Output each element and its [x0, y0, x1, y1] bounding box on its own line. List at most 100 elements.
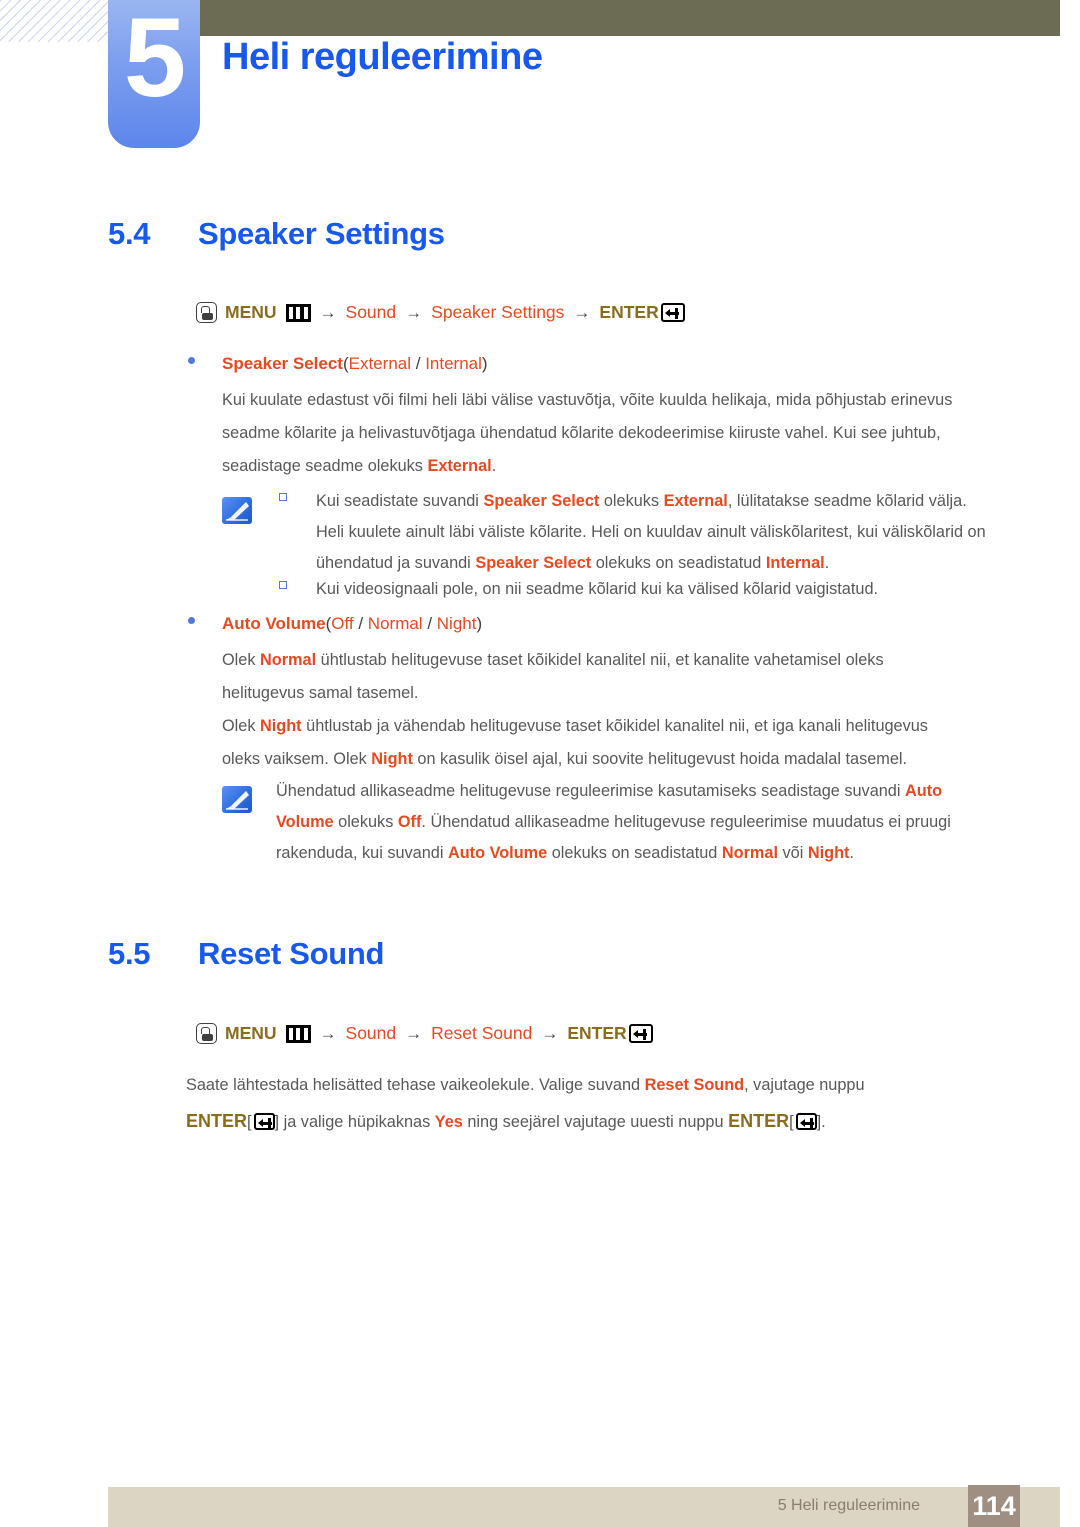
- footer-page-number: 114: [968, 1485, 1020, 1527]
- note2-line3: rakenduda, kui suvandi Auto Volume oleku…: [276, 836, 854, 870]
- option-separator: /: [411, 354, 426, 373]
- keyword-enter-2: ENTER: [728, 1111, 790, 1131]
- note-icon: [222, 786, 252, 813]
- enter-key-icon: [795, 1113, 817, 1130]
- text-fragment: olekuks: [599, 492, 664, 510]
- auto-volume-para1-line1: Olek Normal ühtlustab helitugevuse taset…: [222, 643, 884, 677]
- text-fragment: Olek: [222, 651, 261, 669]
- text-fragment: , vajutage nuppu: [744, 1076, 865, 1094]
- text-fragment: , lülitatakse seadme kõlarid välja.: [727, 492, 967, 510]
- menu-path-speaker-settings: MENU → Sound → Speaker Settings → ENTER: [196, 302, 685, 323]
- text-fragment: .: [491, 457, 497, 475]
- keyword-night: Night: [807, 844, 850, 862]
- bullet-auto-volume: Auto Volume(Off / Normal / Night): [222, 607, 482, 641]
- text-fragment: olekuks on seadistatud: [591, 554, 766, 572]
- keyword-off: Off: [397, 813, 422, 831]
- keyword-auto: Auto: [905, 782, 943, 800]
- text-fragment: [: [247, 1113, 252, 1131]
- menu-step-speaker-settings: Speaker Settings: [431, 302, 565, 322]
- option-name-auto-volume: Auto Volume: [222, 614, 326, 633]
- option-internal: Internal: [425, 354, 482, 373]
- auto-volume-para2-line1: Olek Night ühtlustab ja vähendab helitug…: [222, 709, 928, 743]
- menu-keypad-icon: [285, 303, 311, 322]
- bullet-dot-auto-volume: [188, 617, 195, 624]
- path-arrow-3: →: [573, 302, 591, 322]
- keyword-night: Night: [260, 717, 302, 735]
- paren-close: ): [481, 354, 488, 373]
- option-normal: Normal: [367, 614, 423, 633]
- note2-line1: Ühendatud allikaseadme helitugevuse regu…: [276, 774, 942, 808]
- reset-sound-para-line1: Saate lähtestada helisätted tehase vaike…: [186, 1068, 865, 1102]
- paragraph-speaker-select-line2: seadme kõlarite ja helivastuvõtjaga ühen…: [222, 424, 941, 442]
- path-arrow-1: →: [319, 302, 337, 322]
- keyword-enter-1: ENTER: [186, 1111, 248, 1131]
- chapter-number: 5: [123, 0, 186, 120]
- paragraph-speaker-select-line1: Kui kuulate edastust või filmi heli läbi…: [222, 391, 953, 409]
- note1-item1-line2: Heli kuulete ainult läbi väliste kõlarit…: [316, 523, 986, 541]
- enter-label: ENTER: [599, 302, 659, 322]
- menu-keypad-icon: [285, 1024, 311, 1043]
- text-fragment: Kui seadistate suvandi: [316, 492, 484, 510]
- bullet-speaker-select: Speaker Select(External / Internal): [222, 347, 488, 381]
- keyword-speaker-select: Speaker Select: [475, 554, 592, 572]
- path-arrow-2: →: [405, 1023, 423, 1043]
- note1-item1-line1: Kui seadistate suvandi Speaker Select ol…: [316, 484, 967, 518]
- menu-label: MENU: [225, 1023, 277, 1043]
- text-fragment: seadistage seadme olekuks: [222, 457, 428, 475]
- auto-volume-para1-line2: helitugevus samal tasemel.: [222, 684, 419, 702]
- footer-chapter-label: 5 Heli reguleerimine: [777, 1497, 920, 1514]
- option-external: External: [348, 354, 412, 373]
- text-fragment: olekuks: [333, 813, 398, 831]
- keyword-speaker-select: Speaker Select: [483, 492, 600, 510]
- keyword-internal: Internal: [765, 554, 825, 572]
- text-fragment: Saate lähtestada helisätted tehase vaike…: [186, 1076, 645, 1094]
- keyword-normal: Normal: [721, 844, 778, 862]
- auto-volume-para2-line2: oleks vaiksem. Olek Night on kasulik öis…: [222, 742, 907, 776]
- text-fragment: olekuks on seadistatud: [547, 844, 722, 862]
- text-fragment: ühtlustab helitugevuse taset kõikidel ka…: [316, 651, 884, 669]
- text-fragment: . Ühendatud allikaseadme helitugevuse re…: [421, 813, 951, 831]
- text-fragment: Ühendatud allikaseadme helitugevuse regu…: [276, 782, 905, 800]
- paren-close: ): [476, 614, 483, 633]
- enter-key-icon: [628, 1024, 653, 1043]
- section-number: 5.5: [108, 936, 151, 971]
- section-title: Speaker Settings: [198, 216, 445, 251]
- keyword-reset-sound: Reset Sound: [644, 1076, 745, 1094]
- note-icon: [222, 497, 252, 524]
- menu-step-reset-sound: Reset Sound: [431, 1023, 533, 1043]
- text-fragment: ühtlustab ja vähendab helitugevuse taset…: [301, 717, 928, 735]
- text-fragment: .: [824, 554, 830, 572]
- text-fragment: ühendatud ja suvandi: [316, 554, 476, 572]
- note1-item2-line1: Kui videosignaali pole, on nii seadme kõ…: [316, 580, 879, 598]
- path-arrow-3: →: [541, 1023, 559, 1043]
- enter-label: ENTER: [567, 1023, 627, 1043]
- press-button-icon: [196, 302, 217, 323]
- header-olive-bar: [176, 0, 1060, 36]
- keyword-night: Night: [371, 750, 413, 768]
- sub-bullet-square-1: [279, 493, 287, 501]
- press-button-icon: [196, 1023, 217, 1044]
- text-fragment: rakenduda, kui suvandi: [276, 844, 448, 862]
- keyword-yes: Yes: [434, 1113, 463, 1131]
- keyword-auto-volume: Auto Volume: [447, 844, 548, 862]
- reset-sound-para-line2: ENTER[] ja valige hüpikaknas Yes ning se…: [186, 1104, 826, 1139]
- menu-step-sound: Sound: [345, 302, 397, 322]
- option-off: Off: [331, 614, 354, 633]
- keyword-volume: Volume: [276, 813, 334, 831]
- menu-label: MENU: [225, 302, 277, 322]
- keyword-normal: Normal: [260, 651, 317, 669]
- text-fragment: oleks vaiksem. Olek: [222, 750, 372, 768]
- bullet-dot-speaker-select: [188, 357, 195, 364]
- text-fragment: ja valige hüpikaknas: [279, 1113, 435, 1131]
- option-name-speaker-select: Speaker Select: [222, 354, 343, 373]
- paragraph-speaker-select-line3: seadistage seadme olekuks External.: [222, 449, 496, 483]
- decorative-hatch-pattern: [0, 0, 118, 42]
- enter-key-icon: [660, 303, 685, 322]
- text-fragment: Olek: [222, 717, 261, 735]
- text-fragment: on kasulik öisel ajal, kui soovite helit…: [412, 750, 908, 768]
- section-number: 5.4: [108, 216, 151, 251]
- keyword-external: External: [663, 492, 728, 510]
- option-separator: /: [353, 614, 368, 633]
- text-fragment: ning seejärel vajutage uuesti nuppu: [462, 1113, 729, 1131]
- path-arrow-1: →: [319, 1023, 337, 1043]
